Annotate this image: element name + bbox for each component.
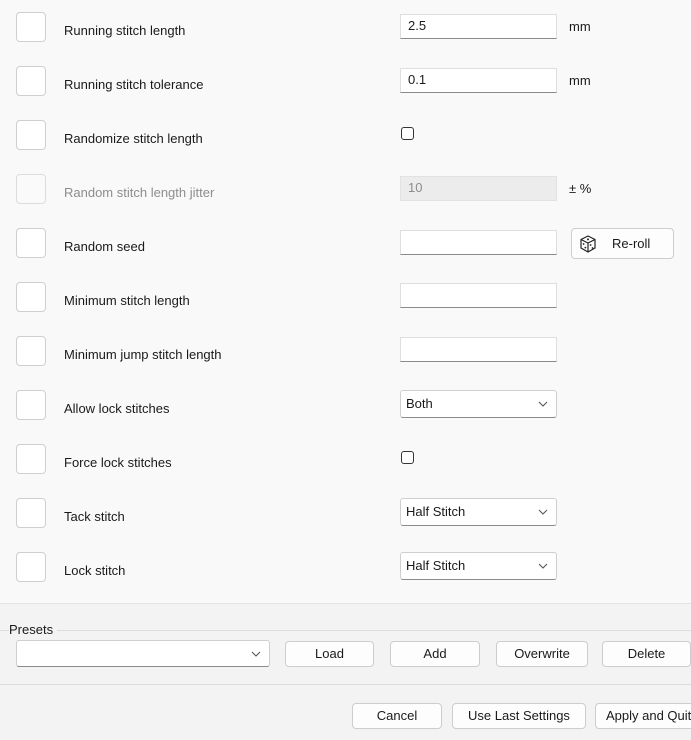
param-row-tack-stitch: Tack stitch Half Stitch [0,498,691,552]
field-label: Minimum stitch length [64,293,190,308]
overwrite-button[interactable]: Overwrite [496,641,588,667]
unit-label: mm [569,19,591,34]
field-label: Random seed [64,239,145,254]
param-row-randomize-stitch-length: Randomize stitch length [0,120,691,174]
dice-icon [580,235,596,253]
field-label: Lock stitch [64,563,126,578]
presets-panel: Presets Load Add Overwrite Delete [0,603,691,684]
presets-select[interactable] [16,640,270,667]
allow-lock-stitches-select[interactable]: Both [400,390,557,418]
tack-stitch-select[interactable]: Half Stitch [400,498,557,526]
chevron-down-icon [538,563,548,569]
param-row-minimum-stitch-length: Minimum stitch length [0,282,691,336]
field-label: Force lock stitches [64,455,172,470]
randomize-stitch-length-checkbox[interactable] [401,127,414,140]
param-row-random-stitch-length-jitter: Random stitch length jitter 10 ± % [0,174,691,228]
param-row-running-stitch-length: Running stitch length 2.5 mm [0,12,691,66]
field-label: Randomize stitch length [64,131,203,146]
enable-checkbox[interactable] [16,66,46,96]
enable-checkbox[interactable] [16,336,46,366]
random-stitch-length-jitter-input[interactable]: 10 [400,176,557,201]
param-row-random-seed: Random seed Re-roll [0,228,691,282]
enable-checkbox[interactable] [16,390,46,420]
presets-label: Presets [9,622,58,637]
running-stitch-tolerance-input[interactable]: 0.1 [400,68,557,93]
field-label: Running stitch tolerance [64,77,204,92]
minimum-jump-stitch-length-input[interactable] [400,337,557,362]
enable-checkbox[interactable] [16,498,46,528]
chevron-down-icon [251,651,261,657]
enable-checkbox[interactable] [16,120,46,150]
use-last-settings-button[interactable]: Use Last Settings [452,703,586,729]
minimum-stitch-length-input[interactable] [400,283,557,308]
enable-checkbox[interactable] [16,228,46,258]
reroll-button[interactable]: Re-roll [571,228,674,259]
reroll-label: Re-roll [612,236,651,251]
enable-checkbox[interactable] [16,174,46,204]
field-label: Running stitch length [64,23,186,38]
running-stitch-length-input[interactable]: 2.5 [400,14,557,39]
apply-and-quit-button[interactable]: Apply and Quit [595,703,691,729]
load-button[interactable]: Load [285,641,374,667]
param-row-lock-stitch: Lock stitch Half Stitch [0,552,691,606]
field-label: Minimum jump stitch length [64,347,222,362]
param-row-allow-lock-stitches: Allow lock stitches Both [0,390,691,444]
dialog-footer: Cancel Use Last Settings Apply and Quit [0,684,691,740]
param-row-force-lock-stitches: Force lock stitches [0,444,691,498]
cancel-button[interactable]: Cancel [352,703,442,729]
param-row-minimum-jump-stitch-length: Minimum jump stitch length [0,336,691,390]
delete-button[interactable]: Delete [602,641,691,667]
selected-value: Both [406,396,433,411]
enable-checkbox[interactable] [16,12,46,42]
force-lock-stitches-checkbox[interactable] [401,451,414,464]
unit-label: ± % [569,181,592,196]
field-label: Tack stitch [64,509,125,524]
enable-checkbox[interactable] [16,282,46,312]
unit-label: mm [569,73,591,88]
add-button[interactable]: Add [390,641,480,667]
selected-value: Half Stitch [406,558,466,573]
chevron-down-icon [538,509,548,515]
random-seed-input[interactable] [400,230,557,255]
enable-checkbox[interactable] [16,552,46,582]
lock-stitch-select[interactable]: Half Stitch [400,552,557,580]
param-row-running-stitch-tolerance: Running stitch tolerance 0.1 mm [0,66,691,120]
enable-checkbox[interactable] [16,444,46,474]
chevron-down-icon [538,401,548,407]
field-label: Random stitch length jitter [64,185,215,200]
field-label: Allow lock stitches [64,401,170,416]
selected-value: Half Stitch [406,504,466,519]
